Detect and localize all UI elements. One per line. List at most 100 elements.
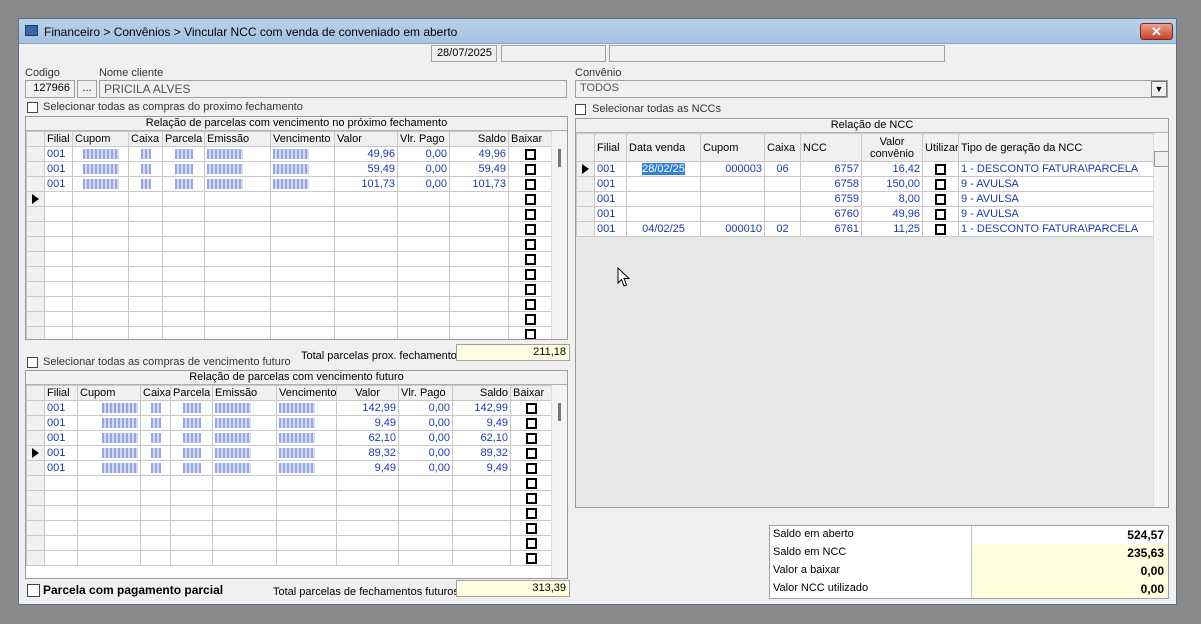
cell-ncc[interactable]: 6757 — [800, 161, 862, 177]
cell-filial[interactable]: 001 — [44, 415, 78, 431]
col-baixar[interactable]: Baixar — [508, 131, 552, 147]
cell-pago[interactable]: 0,00 — [398, 415, 453, 431]
cell-ncc[interactable]: 6758 — [800, 176, 862, 192]
cell-ncc[interactable]: 6760 — [800, 206, 862, 222]
col-emissao[interactable]: Emissão — [204, 131, 271, 147]
baixar-checkbox[interactable] — [524, 193, 536, 205]
table-row[interactable] — [26, 550, 552, 566]
cell-tipo[interactable]: 1 - DESCONTO FATURA\PARCELA — [958, 221, 1154, 237]
cell-caixa[interactable] — [764, 206, 801, 222]
cell-saldo[interactable]: 89,32 — [452, 445, 511, 461]
table-row[interactable] — [26, 281, 552, 297]
baixar-checkbox[interactable] — [525, 447, 537, 459]
table-row[interactable]: 001 49,96 0,00 49,96 — [26, 146, 552, 162]
baixar-checkbox[interactable] — [524, 223, 536, 235]
table-row[interactable]: 001 28/02/25 000003 06 6757 16,42 1 - DE… — [576, 161, 1154, 177]
utilizar-checkbox[interactable] — [935, 163, 946, 175]
table-row[interactable] — [26, 326, 552, 339]
table-row[interactable] — [26, 296, 552, 312]
table-row[interactable] — [26, 191, 552, 207]
cell-saldo[interactable]: 9,49 — [452, 415, 511, 431]
cell-cupom[interactable]: 000003 — [700, 161, 765, 177]
utilizar-checkbox[interactable] — [935, 223, 946, 235]
cell-data-venda[interactable] — [626, 206, 701, 222]
table-row[interactable]: 001 6758 150,00 9 - AVULSA — [576, 176, 1154, 192]
table-row[interactable]: 001 89,32 0,00 89,32 — [26, 445, 552, 461]
table-row[interactable] — [26, 535, 552, 551]
utilizar-checkbox[interactable] — [935, 193, 946, 205]
cell-cupom[interactable] — [700, 191, 765, 207]
cell-valor[interactable]: 142,99 — [336, 400, 399, 416]
cell-caixa[interactable] — [764, 191, 801, 207]
cell-filial[interactable]: 001 — [44, 400, 78, 416]
col-filial[interactable]: Filial — [594, 133, 627, 162]
col-saldo[interactable]: Saldo — [452, 385, 511, 401]
close-button[interactable]: ✕ — [1140, 23, 1173, 40]
cell-saldo[interactable]: 62,10 — [452, 430, 511, 446]
cell-valor[interactable]: 59,49 — [334, 161, 398, 177]
col-valor[interactable]: Valor — [334, 131, 398, 147]
cell-filial[interactable]: 001 — [44, 460, 78, 476]
cell-pago[interactable]: 0,00 — [398, 460, 453, 476]
cell-data-venda[interactable] — [626, 191, 701, 207]
baixar-checkbox[interactable] — [525, 417, 537, 429]
futuro-scrollbar[interactable] — [551, 385, 567, 578]
baixar-checkbox[interactable] — [525, 402, 537, 414]
col-emissao[interactable]: Emissão — [212, 385, 277, 401]
cell-filial[interactable]: 001 — [594, 176, 627, 192]
cell-filial[interactable]: 001 — [594, 221, 627, 237]
col-parcela[interactable]: Parcela — [170, 385, 213, 401]
table-row[interactable]: 001 6759 8,00 9 - AVULSA — [576, 191, 1154, 207]
cell-valor[interactable]: 49,96 — [861, 206, 923, 222]
cell-filial[interactable]: 001 — [44, 161, 73, 177]
table-row[interactable]: 001 101,73 0,00 101,73 — [26, 176, 552, 192]
cell-cupom[interactable]: 000010 — [700, 221, 765, 237]
cell-filial[interactable]: 001 — [44, 146, 73, 162]
baixar-checkbox[interactable] — [525, 522, 537, 534]
baixar-checkbox[interactable] — [525, 477, 537, 489]
select-all-futuro-checkbox[interactable] — [27, 357, 38, 368]
col-cupom[interactable]: Cupom — [72, 131, 129, 147]
cell-tipo[interactable]: 9 - AVULSA — [958, 191, 1154, 207]
cell-valor[interactable]: 11,25 — [861, 221, 923, 237]
parcela-parcial-checkbox[interactable] — [27, 584, 40, 597]
cell-saldo[interactable]: 101,73 — [449, 176, 509, 192]
cell-tipo[interactable]: 1 - DESCONTO FATURA\PARCELA — [958, 161, 1154, 177]
col-valor[interactable]: Valor — [336, 385, 399, 401]
cell-pago[interactable]: 0,00 — [397, 146, 450, 162]
table-row[interactable]: 001 9,49 0,00 9,49 — [26, 460, 552, 476]
baixar-checkbox[interactable] — [524, 208, 536, 220]
cell-tipo[interactable]: 9 - AVULSA — [958, 206, 1154, 222]
cell-filial[interactable]: 001 — [44, 176, 73, 192]
table-row[interactable]: 001 04/02/25 000010 02 6761 11,25 1 - DE… — [576, 221, 1154, 237]
col-caixa[interactable]: Caixa — [764, 133, 801, 162]
cell-filial[interactable]: 001 — [594, 191, 627, 207]
col-tipo-geracao[interactable]: Tipo de geração da NCC — [958, 133, 1154, 162]
baixar-checkbox[interactable] — [524, 268, 536, 280]
table-row[interactable] — [26, 236, 552, 252]
cell-filial[interactable]: 001 — [44, 430, 78, 446]
baixar-checkbox[interactable] — [524, 313, 536, 325]
table-row[interactable] — [26, 266, 552, 282]
cell-caixa[interactable]: 02 — [764, 221, 801, 237]
cell-ncc[interactable]: 6759 — [800, 191, 862, 207]
cell-valor[interactable]: 101,73 — [334, 176, 398, 192]
baixar-checkbox[interactable] — [524, 283, 536, 295]
col-vlr-pago[interactable]: Vlr. Pago — [398, 385, 453, 401]
cell-pago[interactable]: 0,00 — [397, 161, 450, 177]
utilizar-checkbox[interactable] — [935, 178, 946, 190]
baixar-checkbox[interactable] — [524, 148, 536, 160]
baixar-checkbox[interactable] — [525, 507, 537, 519]
table-row[interactable] — [26, 505, 552, 521]
col-vencimento[interactable]: Vencimento — [276, 385, 337, 401]
col-data-venda[interactable]: Data venda — [626, 133, 701, 162]
table-row[interactable]: 001 142,99 0,00 142,99 — [26, 400, 552, 416]
cell-valor[interactable]: 62,10 — [336, 430, 399, 446]
col-vlr-pago[interactable]: Vlr. Pago — [397, 131, 450, 147]
cell-valor[interactable]: 9,49 — [336, 415, 399, 431]
baixar-checkbox[interactable] — [525, 537, 537, 549]
baixar-checkbox[interactable] — [524, 298, 536, 310]
cell-caixa[interactable]: 06 — [764, 161, 801, 177]
baixar-checkbox[interactable] — [524, 178, 536, 190]
select-all-ncc-checkbox[interactable] — [575, 104, 586, 115]
